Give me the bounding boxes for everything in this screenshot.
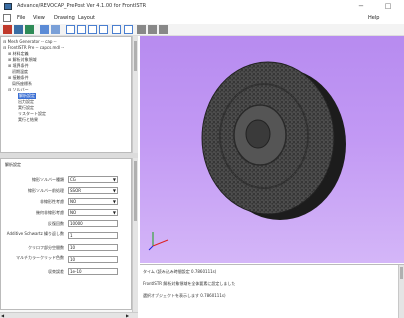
axis-icon[interactable] [124,25,133,34]
reset-view-icon[interactable] [159,25,168,34]
minimize-button[interactable]: − [355,1,367,12]
dropdown-arrow-icon: ▼ [112,188,116,193]
menu-file[interactable]: File [17,15,25,21]
scroll-thumb[interactable] [134,41,137,71]
prop-label: 線形ソルバー前処理 [28,188,64,193]
fit-icon[interactable] [99,25,108,34]
tree-scrollbar[interactable] [132,36,138,153]
tolerance-field[interactable]: 1e-10 [68,268,118,275]
view-icon[interactable] [40,25,49,34]
prop-label: Additive Schwartz 繰り返し数 [6,231,64,236]
model-tree: ⊟ Mesh Generator -- cap -- ⊟ FrontISTR P… [0,36,132,153]
left-panel: ⊟ Mesh Generator -- cap -- ⊟ FrontISTR P… [0,36,138,318]
menu-help[interactable]: Help [368,15,379,21]
save-icon[interactable] [25,25,34,34]
mesh-model [148,61,346,251]
prop-label: マルチカラークリッド色数 [16,255,64,260]
dropdown-arrow-icon: ▼ [112,199,116,204]
menu-drawing[interactable]: Drawing [54,15,75,21]
tree-item[interactable]: ⊟ Mesh Generator -- cap -- [3,39,57,44]
prop-label: 反復回数 [48,221,64,226]
scroll-thumb[interactable] [134,161,137,221]
nonlinear-select[interactable]: NO ▼ [68,198,118,205]
3d-viewport[interactable] [140,36,404,263]
multicolor-field[interactable]: 10 [68,256,118,263]
menu-layout[interactable]: Layout [78,15,95,21]
prop-label: 幾何非線形考慮 [36,210,64,215]
log-panel: タイム (読み込み時間設定 0.7860111s) FrontISTR 解析対象… [140,264,404,318]
scroll-left-icon[interactable]: ◀ [1,313,4,318]
scroll-thumb[interactable] [400,267,403,279]
left-horizontal-scrollbar[interactable]: ◀ ▶ [0,312,138,318]
hub-center [245,119,271,149]
geometric-nonlinear-select[interactable]: NO ▼ [68,209,118,216]
title-bar: Advance/REVOCAP_PrePost Ver 4.1.00 for F… [0,0,404,13]
maximize-button[interactable]: □ [382,1,394,12]
prop-label: 線形ソルバー種類 [32,177,64,182]
menu-view[interactable]: View [33,15,45,21]
dropdown-arrow-icon: ▼ [112,210,116,215]
window-icon [3,14,11,22]
app-icon [4,3,12,10]
grid-icon[interactable] [51,25,60,34]
window-title: Advance/REVOCAP_PrePost Ver 4.1.00 for F… [17,3,147,9]
rotate-icon[interactable] [66,25,75,34]
pan-icon[interactable] [77,25,86,34]
log-scrollbar[interactable] [398,265,404,318]
select-icon[interactable] [112,25,121,34]
new-icon[interactable] [3,25,12,34]
prop-label: 非線形性考慮 [40,199,64,204]
dropdown-arrow-icon: ▼ [112,177,116,182]
properties-title: 解析設定 [5,162,21,167]
tree-item[interactable]: 実行と結果 [18,117,38,123]
log-line: 選択オブジェクトを表示します 0.7860111s) [143,293,226,298]
axis-triad [148,232,169,251]
log-line: タイム (読み込み時間設定 0.7860111s) [143,269,217,274]
open-icon[interactable] [14,25,23,34]
schwartz-count-field[interactable]: 1 [68,232,118,239]
prop-label: 収束誤差 [48,269,64,274]
zoom-out-icon[interactable] [148,25,157,34]
scroll-right-icon[interactable]: ▶ [126,313,129,318]
properties-scrollbar[interactable] [132,158,138,312]
properties-panel: 解析設定 線形ソルバー種類 CG ▼ 線形ソルバー前処理 SSOR ▼ 非線形性考慮… [0,158,132,310]
iteration-count-field[interactable]: 10000 [68,220,118,227]
zoom-icon[interactable] [88,25,97,34]
toolbar [0,24,404,36]
krylov-subspace-field[interactable]: 10 [68,244,118,251]
log-line: FrontISTR 解析対象領域を全体要素に設定しました [143,281,236,286]
tree-item[interactable]: ⊟ FrontISTR Pre -- capcs.mdl -- [3,45,64,50]
zoom-in-icon[interactable] [137,25,146,34]
prop-label: クリロフ部分空間数 [28,245,64,250]
preconditioner-select[interactable]: SSOR ▼ [68,187,118,194]
menu-bar: File View Drawing Layout Help [0,13,404,24]
solver-type-select[interactable]: CG ▼ [68,176,118,183]
